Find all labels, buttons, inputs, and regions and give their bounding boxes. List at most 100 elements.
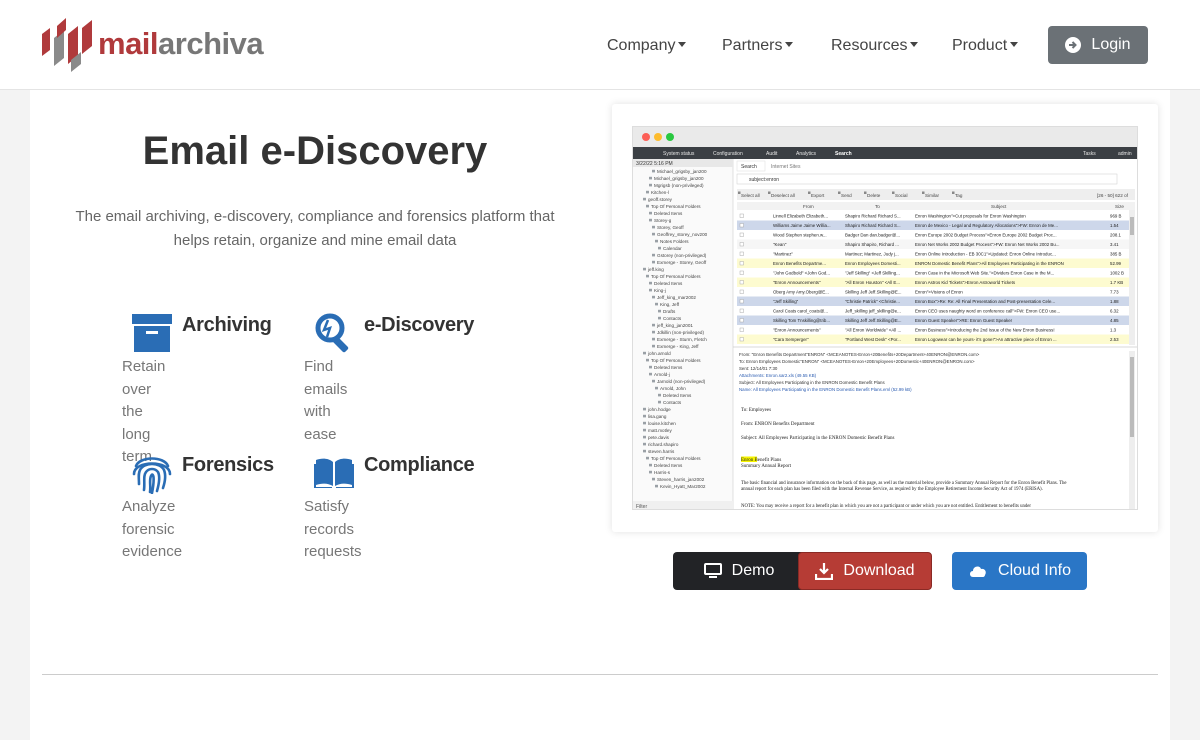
- mailarchiva-logo[interactable]: mailarchiva: [40, 16, 280, 76]
- table-row[interactable]: "Enron Announcements" "All Enron Houston"…: [737, 277, 1129, 288]
- table-row[interactable]: Wood Stephen stephen.w... Badger Dan dan.…: [737, 230, 1129, 240]
- tree-node[interactable]: richard.shapiro: [648, 442, 679, 447]
- tree-node[interactable]: King, Jeff: [660, 302, 680, 307]
- tree-node[interactable]: Geoffrey_storey_nov200: [657, 232, 708, 237]
- nav-partners[interactable]: Partners: [722, 36, 794, 56]
- tree-node[interactable]: lisa.gang: [648, 414, 667, 419]
- tree-node[interactable]: Drafts: [663, 309, 676, 314]
- logo-word-mail: mail: [98, 26, 159, 61]
- tree-node[interactable]: Kitchen-l: [651, 190, 669, 195]
- tree-node[interactable]: Storey, Geoff: [657, 225, 684, 230]
- tree-node[interactable]: Jdkillin (non-privileged): [657, 330, 704, 335]
- download-button[interactable]: Download: [798, 552, 932, 590]
- row-size: 969 B: [1110, 214, 1122, 219]
- table-row[interactable]: "Jeff Skilling" "Christie Patrick" <Chris…: [737, 296, 1129, 307]
- nav-product[interactable]: Product: [952, 36, 1019, 56]
- demo-button[interactable]: Demo: [673, 552, 805, 590]
- table-row[interactable]: Skilling Tom Tnskilling@trib... Skilling …: [737, 315, 1129, 326]
- tree-node[interactable]: Deleted Items: [654, 463, 683, 468]
- screenshot-date: 3/22/22 5:16 PM: [636, 161, 673, 167]
- row-size: 1.88: [1110, 299, 1119, 304]
- tree-node[interactable]: King-j: [654, 288, 666, 293]
- tree-node[interactable]: Deleted Items: [654, 211, 683, 216]
- tree-node[interactable]: geoff.storey: [648, 197, 673, 202]
- tree-node[interactable]: Arnold-j: [654, 372, 670, 377]
- tree-node[interactable]: louise.kitchen: [648, 421, 676, 426]
- tree-node[interactable]: Calendar: [663, 246, 682, 251]
- tree-node[interactable]: Gstorey (non-privileged): [657, 253, 707, 258]
- screenshot-action[interactable]: Send: [841, 193, 852, 198]
- tree-node[interactable]: Exmerge - Sturm, Fletch: [657, 337, 707, 342]
- screenshot-action[interactable]: Deselect all: [771, 193, 795, 198]
- tree-node[interactable]: Exmerge - King, Jeff: [657, 344, 699, 349]
- tree-node[interactable]: Michael_grigsby_jan200: [657, 169, 707, 174]
- tree-node[interactable]: Kevin_Hyatt_Mar2002: [660, 484, 706, 489]
- tree-node[interactable]: jeff_king_jan2001: [656, 323, 693, 328]
- tree-node[interactable]: Deleted Items: [654, 281, 683, 286]
- caret-down-icon: [1010, 42, 1019, 47]
- nav-company[interactable]: Company: [607, 36, 687, 56]
- toolbar-system-status: System status: [663, 151, 695, 157]
- row-subject: Enron Astros Kid Tickets">Enron Astrowor…: [915, 280, 1016, 285]
- row-subject: Enron CEO uses naughty word on conferenc…: [915, 309, 1060, 314]
- table-row[interactable]: "Cara Semperger" "Portland West Desk" <Po…: [737, 334, 1129, 345]
- table-row[interactable]: "Enron Announcements" "All Enron Worldwid…: [737, 325, 1129, 335]
- cloud-info-button[interactable]: Cloud Info: [952, 552, 1087, 590]
- tree-node[interactable]: Exmerge - Storey, Geoff: [657, 260, 707, 265]
- table-row[interactable]: Williams Jaime Jaime Willia... Shapiro Ri…: [737, 220, 1129, 231]
- tree-node[interactable]: Arnold, John: [660, 386, 686, 391]
- tree-node[interactable]: steven.harris: [648, 449, 675, 454]
- screenshot-action[interactable]: Tag: [955, 193, 963, 198]
- preview-subject: Subject: All Employees Participating in …: [739, 380, 885, 385]
- tree-node[interactable]: Top Of Personal Folders: [651, 274, 701, 279]
- tree-node[interactable]: Notes Folders: [660, 239, 689, 244]
- row-from: "Kean": [773, 242, 787, 247]
- table-row[interactable]: Oberg Amy Amy.Oberg@E... Skilling Jeff Je…: [737, 287, 1129, 297]
- row-to: Shapiro Shapiro, Richard ...: [845, 242, 899, 247]
- tree-node[interactable]: Deleted Items: [654, 365, 683, 370]
- column-size: Size: [1115, 204, 1124, 209]
- tree-node[interactable]: Top Of Personal Folders: [651, 456, 701, 461]
- screenshot-action[interactable]: Similar: [925, 193, 940, 198]
- tree-node[interactable]: Deleted Items: [663, 393, 692, 398]
- row-size: 4.85: [1110, 318, 1119, 323]
- tree-node[interactable]: Jarnold (non-privileged): [657, 379, 706, 384]
- tree-node[interactable]: Harris-s: [654, 470, 671, 475]
- tree-node[interactable]: Jeff_king_mar2002: [657, 295, 696, 300]
- screenshot-action[interactable]: Export: [811, 193, 825, 198]
- nav-resources[interactable]: Resources: [831, 36, 919, 56]
- screenshot-action[interactable]: Delete: [867, 193, 881, 198]
- tree-node[interactable]: pete.davis: [648, 435, 670, 440]
- tree-node[interactable]: Contacts: [663, 400, 682, 405]
- row-subject: Enron Washington">Cut proposals for Enro…: [915, 214, 1026, 219]
- search-magnifier-icon: [315, 313, 349, 353]
- tree-node[interactable]: Top Of Personal Folders: [651, 358, 701, 363]
- table-row[interactable]: "Kean" Shapiro Shapiro, Richard ... Enron …: [737, 239, 1129, 250]
- tree-node[interactable]: Steven_harris_jan2002: [657, 477, 705, 482]
- tree-node[interactable]: matt.motley: [648, 428, 672, 433]
- table-row[interactable]: "Martinez" Martinez; Martinez, Judy j... E…: [737, 249, 1129, 259]
- tree-node[interactable]: Contacts: [663, 316, 682, 321]
- logo-wordmark: mailarchiva: [98, 26, 264, 61]
- table-row[interactable]: "John Godbold" <John God... "Jeff Skillin…: [737, 268, 1129, 278]
- tree-node[interactable]: Mgrigsb (non-privileged): [654, 183, 704, 188]
- caret-down-icon: [785, 42, 794, 47]
- table-row[interactable]: Carol Coats carol_coats@... Jeff_skilling…: [737, 306, 1129, 316]
- login-button[interactable]: Login: [1048, 26, 1148, 64]
- demo-button-label: Demo: [731, 562, 775, 579]
- preview-to: To: Enron Employees Domestic"ENRON" <MCE…: [739, 359, 975, 364]
- table-row[interactable]: Enron Benefits Departme... Enron Employee…: [737, 258, 1129, 269]
- toolbar-configuration: Configuration: [713, 151, 743, 157]
- tree-node[interactable]: jeff.king: [647, 267, 664, 272]
- preview-body_to: To: Employees: [741, 408, 771, 413]
- screenshot-action[interactable]: Select all: [741, 193, 760, 198]
- table-row[interactable]: Linnell Elizabeth Elizabeth... Shapiro Ri…: [737, 211, 1129, 221]
- caret-down-icon: [910, 42, 919, 47]
- page-title: Email e-Discovery: [142, 129, 488, 173]
- tree-node[interactable]: Storey-g: [654, 218, 672, 223]
- screenshot-action[interactable]: Social: [895, 193, 908, 198]
- tree-node[interactable]: Top Of Personal Folders: [651, 204, 701, 209]
- tree-node[interactable]: john.hodge: [647, 407, 671, 412]
- tree-node[interactable]: john.arnold: [647, 351, 671, 356]
- tree-node[interactable]: Michael_grigsby_jan200: [654, 176, 704, 181]
